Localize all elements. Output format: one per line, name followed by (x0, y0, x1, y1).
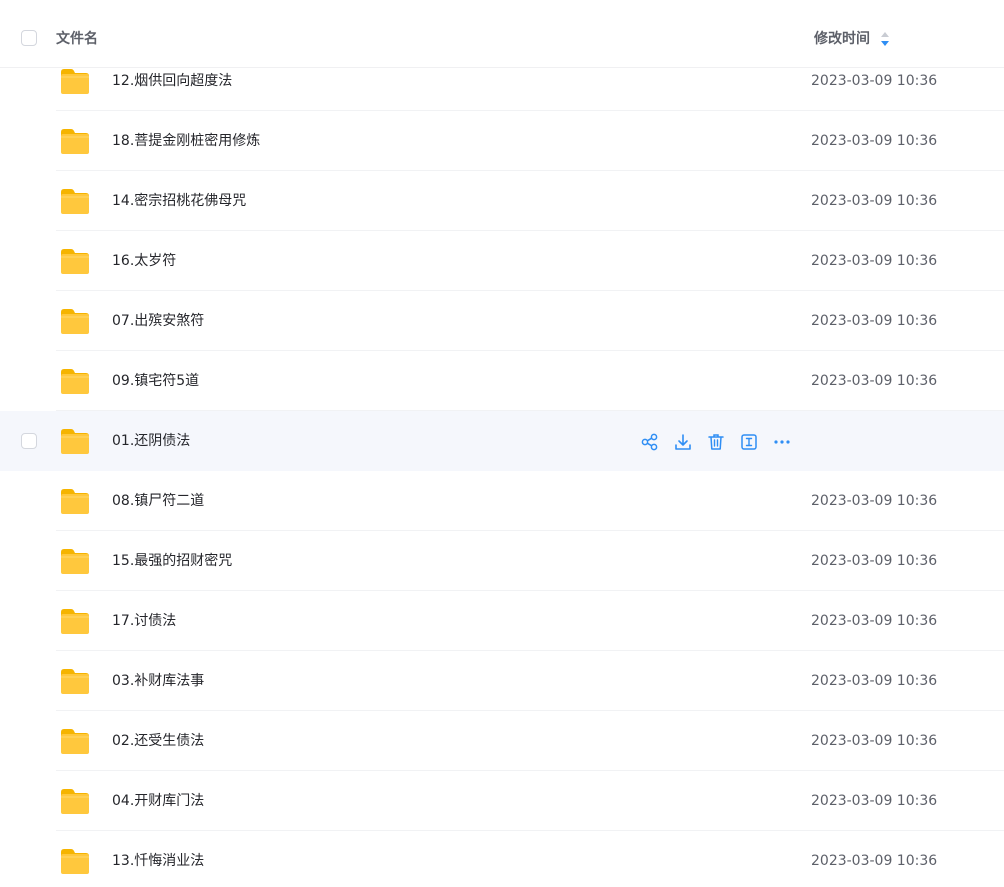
modified-time: 2023-03-09 10:36 (811, 493, 938, 509)
file-name[interactable]: 15.最强的招财密咒 (112, 551, 232, 571)
download-button[interactable] (673, 432, 693, 452)
table-row[interactable]: 18.菩提金刚桩密用修炼 2023-03-09 10:36 (0, 111, 1004, 171)
folder-icon (60, 68, 90, 95)
table-row[interactable]: 17.讨债法 2023-03-09 10:36 (0, 591, 1004, 651)
file-name[interactable]: 08.镇尸符二道 (112, 491, 204, 511)
share-button[interactable] (640, 432, 660, 452)
file-list: 文件名 修改时间 12.烟供回向超度法 2023-03-09 10:36 18.菩提… (0, 0, 1004, 887)
file-name[interactable]: 17.讨债法 (112, 611, 176, 631)
file-name[interactable]: 14.密宗招桃花佛母咒 (112, 191, 246, 211)
file-name[interactable]: 07.出殡安煞符 (112, 311, 204, 331)
rename-icon (739, 432, 759, 452)
more-button[interactable] (772, 432, 792, 452)
select-all-checkbox[interactable] (21, 30, 37, 46)
column-header-name[interactable]: 文件名 (56, 29, 98, 49)
modified-time: 2023-03-09 10:36 (811, 793, 938, 809)
column-header-modified-time[interactable]: 修改时间 (814, 29, 870, 49)
file-name[interactable]: 12.烟供回向超度法 (112, 71, 232, 91)
table-row[interactable]: 13.忏悔消业法 2023-03-09 10:36 (0, 831, 1004, 887)
file-name[interactable]: 16.太岁符 (112, 251, 176, 271)
table-row[interactable]: 07.出殡安煞符 2023-03-09 10:36 (0, 291, 1004, 351)
file-name[interactable]: 09.镇宅符5道 (112, 371, 199, 391)
table-row[interactable]: 15.最强的招财密咒 2023-03-09 10:36 (0, 531, 1004, 591)
modified-time: 2023-03-09 10:36 (811, 673, 938, 689)
folder-icon (60, 428, 90, 455)
more-icon (772, 432, 792, 452)
share-icon (640, 432, 660, 452)
table-row[interactable]: 03.补财库法事 2023-03-09 10:36 (0, 651, 1004, 711)
table-row[interactable]: 16.太岁符 2023-03-09 10:36 (0, 231, 1004, 291)
table-row[interactable]: 04.开财库门法 2023-03-09 10:36 (0, 771, 1004, 831)
file-rows: 12.烟供回向超度法 2023-03-09 10:36 18.菩提金刚桩密用修炼 20… (0, 51, 1004, 887)
modified-time: 2023-03-09 10:36 (811, 73, 938, 89)
modified-time: 2023-03-09 10:36 (811, 253, 938, 269)
file-name[interactable]: 18.菩提金刚桩密用修炼 (112, 131, 260, 151)
folder-icon (60, 488, 90, 515)
folder-icon (60, 548, 90, 575)
folder-icon (60, 728, 90, 755)
folder-icon (60, 848, 90, 875)
modified-time: 2023-03-09 10:36 (811, 133, 938, 149)
modified-time: 2023-03-09 10:36 (811, 853, 938, 869)
modified-time: 2023-03-09 10:36 (811, 193, 938, 209)
folder-icon (60, 188, 90, 215)
file-name[interactable]: 04.开财库门法 (112, 791, 204, 811)
folder-icon (60, 788, 90, 815)
file-name[interactable]: 02.还受生债法 (112, 731, 204, 751)
table-row[interactable]: 12.烟供回向超度法 2023-03-09 10:36 (0, 51, 1004, 111)
folder-icon (60, 368, 90, 395)
modified-time: 2023-03-09 10:36 (811, 553, 938, 569)
file-name[interactable]: 01.还阴债法 (112, 431, 190, 451)
modified-time: 2023-03-09 10:36 (811, 373, 938, 389)
table-row[interactable]: 09.镇宅符5道 2023-03-09 10:36 (0, 351, 1004, 411)
file-name[interactable]: 03.补财库法事 (112, 671, 204, 691)
folder-icon (60, 608, 90, 635)
table-row[interactable]: 02.还受生债法 2023-03-09 10:36 (0, 711, 1004, 771)
folder-icon (60, 248, 90, 275)
table-row[interactable]: 14.密宗招桃花佛母咒 2023-03-09 10:36 (0, 171, 1004, 231)
modified-time: 2023-03-09 10:36 (811, 613, 938, 629)
delete-button[interactable] (706, 432, 726, 452)
modified-time: 2023-03-09 10:36 (811, 733, 938, 749)
file-name[interactable]: 13.忏悔消业法 (112, 851, 204, 871)
table-row[interactable]: 08.镇尸符二道 2023-03-09 10:36 (0, 471, 1004, 531)
table-row[interactable]: 01.还阴债法 (0, 411, 1004, 471)
row-checkbox[interactable] (21, 433, 37, 449)
rename-button[interactable] (739, 432, 759, 452)
folder-icon (60, 128, 90, 155)
delete-icon (706, 432, 726, 452)
folder-icon (60, 668, 90, 695)
modified-time: 2023-03-09 10:36 (811, 313, 938, 329)
folder-icon (60, 308, 90, 335)
sort-icon[interactable] (880, 31, 890, 47)
download-icon (673, 432, 693, 452)
